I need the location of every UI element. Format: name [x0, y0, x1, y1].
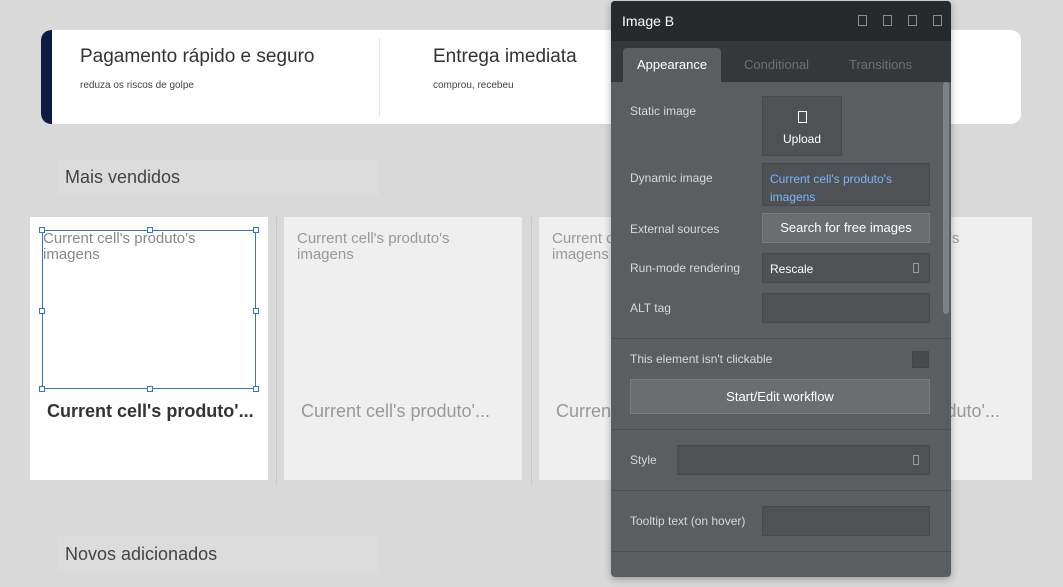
- run-mode-label: Run-mode rendering: [630, 261, 741, 275]
- card-divider: [276, 217, 277, 485]
- section-title-best-sellers[interactable]: Mais vendidos: [57, 160, 379, 196]
- chevron-down-icon: [913, 263, 919, 273]
- static-image-label: Static image: [630, 104, 697, 118]
- panel-header[interactable]: Image B: [611, 1, 951, 41]
- banner-accent-bar: [41, 30, 52, 124]
- chevron-down-icon: [913, 455, 919, 465]
- not-clickable-checkbox[interactable]: [912, 351, 929, 368]
- product-name[interactable]: Current cell's produto'...: [301, 401, 490, 422]
- run-mode-value: Rescale: [770, 262, 814, 276]
- resize-handle-top[interactable]: [147, 227, 153, 233]
- style-select[interactable]: [677, 445, 930, 475]
- feature-title: Pagamento rápido e seguro: [80, 46, 315, 67]
- product-name[interactable]: Current cell's produto'...: [47, 401, 254, 422]
- section-separator: [611, 429, 951, 430]
- panel-title: Image B: [622, 13, 675, 29]
- upload-label: Upload: [782, 132, 822, 146]
- resize-handle-bottom[interactable]: [147, 386, 153, 392]
- style-label: Style: [630, 453, 657, 467]
- feature-subtitle: comprou, recebeu: [433, 80, 514, 91]
- section-separator: [611, 551, 951, 552]
- tab-appearance[interactable]: Appearance: [623, 48, 722, 82]
- panel-scrollbar[interactable]: [943, 82, 949, 314]
- product-card[interactable]: Current cell's produto's imagens Current…: [284, 217, 522, 480]
- alt-tag-input[interactable]: [762, 293, 930, 323]
- card-divider: [531, 217, 532, 485]
- feature-payment: Pagamento rápido e seguro reduza os risc…: [80, 46, 315, 91]
- resize-handle-left[interactable]: [39, 308, 45, 314]
- feature-subtitle: reduza os riscos de golpe: [80, 80, 194, 91]
- panel-tabs: Appearance Conditional Transitions: [611, 41, 951, 82]
- resize-handle-right[interactable]: [253, 308, 259, 314]
- external-sources-label: External sources: [630, 222, 720, 236]
- start-edit-workflow-button[interactable]: Start/Edit workflow: [630, 379, 930, 414]
- not-clickable-label: This element isn't clickable: [630, 352, 773, 366]
- upload-button[interactable]: Upload: [762, 96, 842, 156]
- lock-icon[interactable]: [883, 15, 892, 26]
- tab-transitions[interactable]: Transitions: [835, 48, 926, 82]
- tab-conditional[interactable]: Conditional: [730, 48, 823, 82]
- resize-handle-top-left[interactable]: [39, 227, 45, 233]
- dynamic-image-label: Dynamic image: [630, 171, 713, 185]
- tooltip-label: Tooltip text (on hover): [630, 514, 746, 528]
- close-icon[interactable]: [933, 15, 942, 26]
- banner-divider: [379, 38, 380, 116]
- resize-handle-top-right[interactable]: [253, 227, 259, 233]
- copy-icon[interactable]: [908, 15, 917, 26]
- help-icon[interactable]: [858, 15, 867, 26]
- section-separator: [611, 338, 951, 339]
- resize-handle-bottom-right[interactable]: [253, 386, 259, 392]
- section-separator: [611, 490, 951, 491]
- feature-delivery: Entrega imediata comprou, recebeu: [433, 46, 577, 91]
- product-image-placeholder[interactable]: Current cell's produto's imagens: [297, 231, 497, 263]
- tooltip-input[interactable]: [762, 506, 930, 536]
- search-free-images-button[interactable]: Search for free images: [762, 213, 930, 243]
- feature-title: Entrega imediata: [433, 46, 577, 67]
- dynamic-image-field[interactable]: Current cell's produto's imagens: [762, 163, 930, 206]
- property-editor-panel[interactable]: Image B Appearance Conditional Transitio…: [611, 1, 951, 577]
- dynamic-image-expression[interactable]: Current cell's produto's imagens: [763, 164, 929, 212]
- file-icon: [797, 111, 807, 123]
- alt-tag-label: ALT tag: [630, 301, 671, 315]
- selection-outline[interactable]: [42, 230, 256, 389]
- resize-handle-bottom-left[interactable]: [39, 386, 45, 392]
- run-mode-select[interactable]: Rescale: [762, 253, 930, 283]
- section-title-new-added[interactable]: Novos adicionados: [57, 537, 379, 573]
